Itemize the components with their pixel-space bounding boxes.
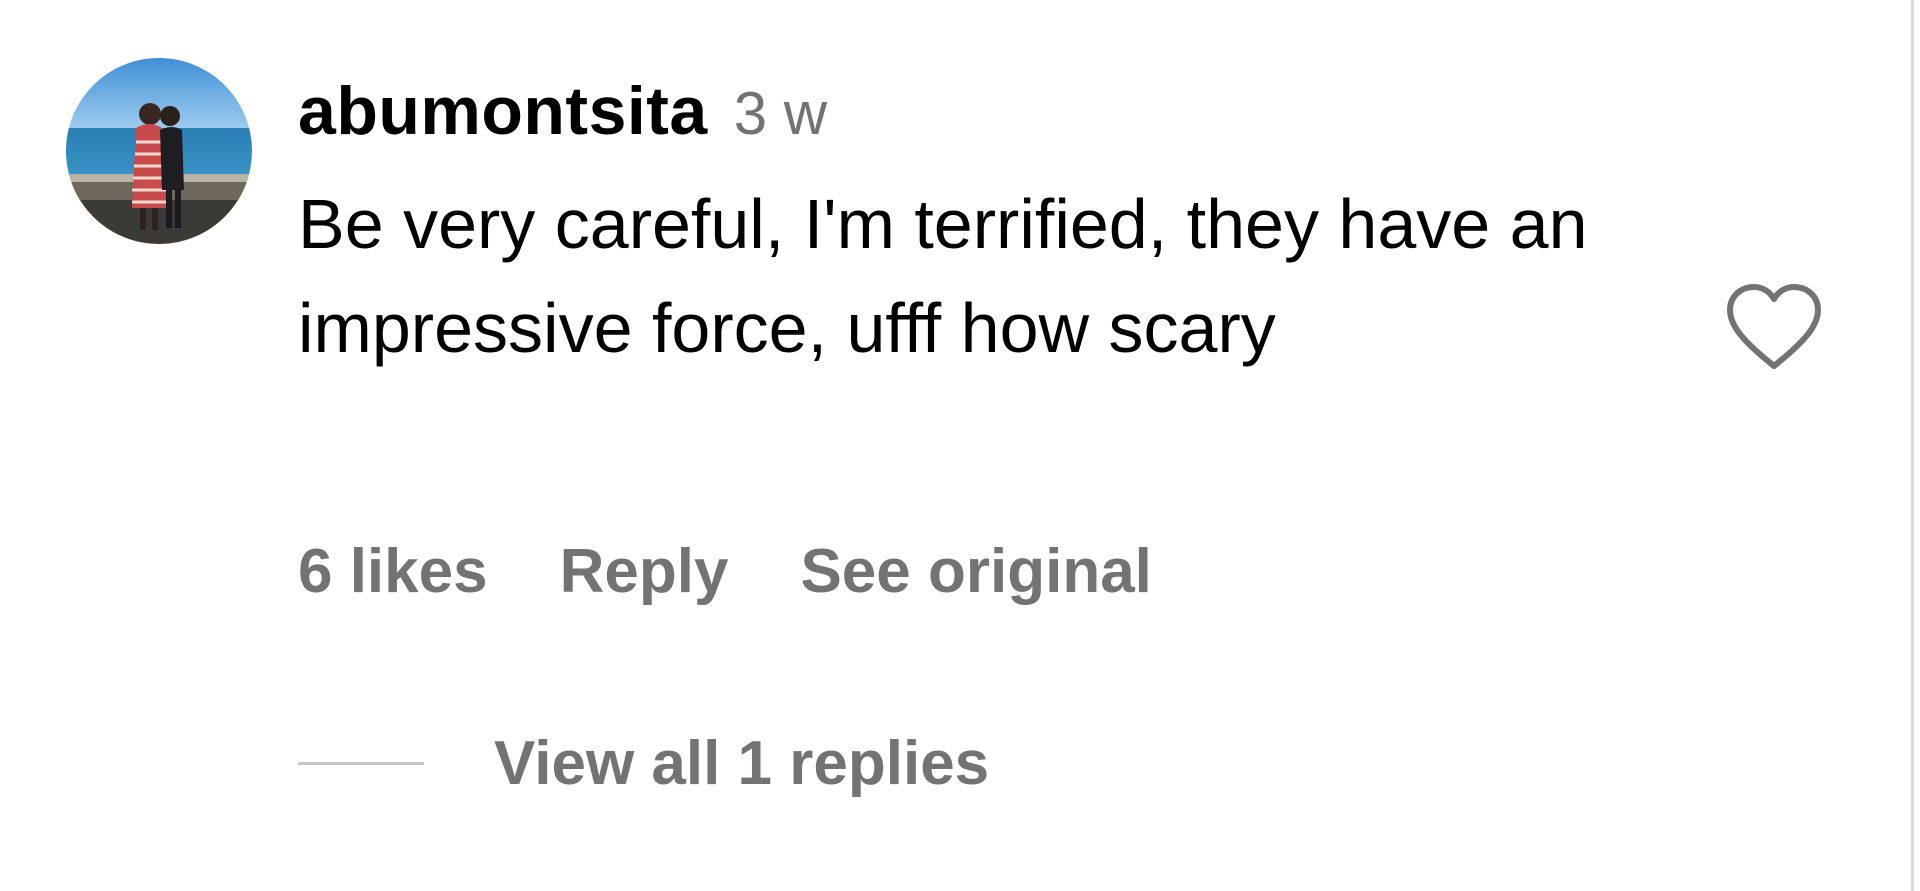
avatar[interactable] [66,58,252,244]
avatar-image [66,58,252,244]
comment-timestamp[interactable]: 3 w [734,79,827,148]
view-replies-label: View all 1 replies [494,729,990,798]
reply-button[interactable]: Reply [560,536,729,607]
likes-count-button[interactable]: 6 likes [298,536,488,607]
comment-header: abumontsita 3 w [298,72,827,152]
view-replies-button[interactable]: View all 1 replies [298,728,989,799]
heart-outline-icon [1727,284,1821,369]
comment-text: Be very careful, I'm terrified, they hav… [298,185,1588,367]
like-comment-button[interactable] [1724,280,1824,376]
comment-actions: 6 likes Reply See original [298,536,1224,607]
comment-item: abumontsita 3 w Be very careful, I'm ter… [0,0,1900,891]
panel-divider [1911,0,1914,891]
replies-divider-line [298,762,424,765]
username-link[interactable]: abumontsita [298,72,708,150]
see-original-button[interactable]: See original [800,536,1151,607]
